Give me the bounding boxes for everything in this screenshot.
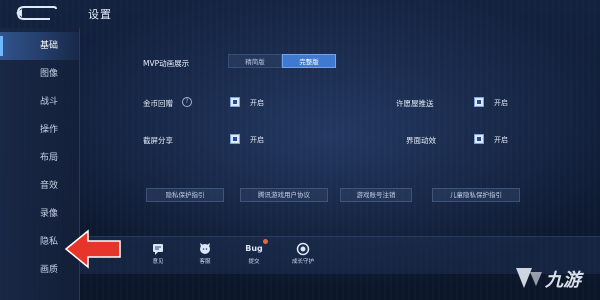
feedback-button[interactable]: 意见 xyxy=(141,242,175,272)
user-agreement-button[interactable]: 腾讯游戏用户协议 xyxy=(240,188,328,202)
help-icon[interactable]: ? xyxy=(182,97,192,107)
privacy-guide-button[interactable]: 隐私保护指引 xyxy=(146,188,224,202)
service-icon xyxy=(200,243,210,254)
screenshot-share-checkbox[interactable] xyxy=(230,134,240,144)
ui-animation-value: 开启 xyxy=(494,136,508,144)
gold-rebate-label: 金币回赠 xyxy=(143,99,173,108)
page-title: 设置 xyxy=(88,8,112,21)
screenshot-share-value: 开启 xyxy=(250,136,264,144)
sidebar-item-replay[interactable]: 录像 xyxy=(0,200,80,228)
ui-animation-label: 界面动效 xyxy=(406,136,436,145)
notification-dot xyxy=(263,239,268,244)
growth-guardian-button[interactable]: 成长守护 xyxy=(283,242,323,272)
growth-guardian-label: 成长守护 xyxy=(291,259,314,265)
mvp-simplified-option[interactable]: 精简版 xyxy=(228,54,282,68)
child-privacy-guide-button[interactable]: 儿童隐私保护指引 xyxy=(432,188,520,202)
wish-house-push-value: 开启 xyxy=(494,99,508,107)
customer-service-button[interactable]: 客服 xyxy=(188,242,222,272)
watermark-text: 九游 xyxy=(545,270,581,291)
bug-icon: Bug xyxy=(245,244,263,253)
wish-house-push-label: 许愿屋推送 xyxy=(396,99,434,108)
sidebar-item-layout[interactable]: 布局 xyxy=(0,144,80,172)
top-bar: 设置 xyxy=(0,0,600,28)
guardian-icon xyxy=(296,242,310,256)
gold-rebate-value: 开启 xyxy=(250,99,264,107)
screenshot-share-label: 截屏分享 xyxy=(143,136,173,145)
bug-report-button[interactable]: Bug 提交 xyxy=(237,242,271,272)
ui-animation-checkbox[interactable] xyxy=(474,134,484,144)
wish-house-push-checkbox[interactable] xyxy=(474,97,484,107)
sidebar-item-basic[interactable]: 基础 xyxy=(0,32,80,60)
customer-service-label: 客服 xyxy=(199,259,211,265)
mvp-animation-label: MVP动画展示 xyxy=(143,59,190,68)
back-arrow-icon[interactable] xyxy=(14,4,58,22)
feedback-icon xyxy=(153,244,163,255)
gold-rebate-checkbox[interactable] xyxy=(230,97,240,107)
sidebar-item-image[interactable]: 图像 xyxy=(0,60,80,88)
account-cancel-button[interactable]: 游戏账号注销 xyxy=(340,188,412,202)
mvp-animation-toggle: 精简版 完整版 xyxy=(228,54,336,68)
feedback-label: 意见 xyxy=(152,259,164,265)
red-arrow-annotation xyxy=(64,229,121,269)
bug-report-label: 提交 xyxy=(248,259,260,265)
sidebar-item-controls[interactable]: 操作 xyxy=(0,116,80,144)
mvp-full-option[interactable]: 完整版 xyxy=(282,54,336,68)
sidebar-item-sound[interactable]: 音效 xyxy=(0,172,80,200)
sidebar-item-battle[interactable]: 战斗 xyxy=(0,88,80,116)
